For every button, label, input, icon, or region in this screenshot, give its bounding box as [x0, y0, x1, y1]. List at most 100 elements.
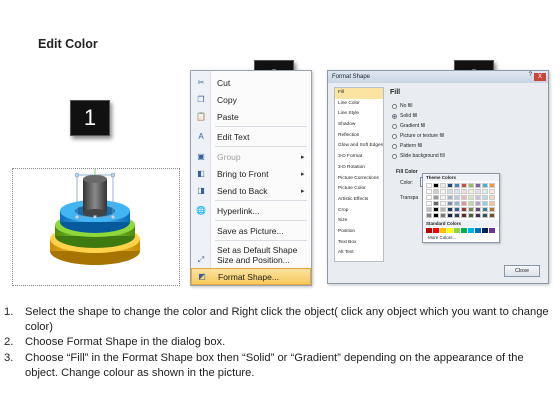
standard-color-swatch[interactable] [440, 228, 446, 233]
theme-color-swatch[interactable] [440, 207, 446, 212]
nav-item-picture-corrections[interactable]: Picture Corrections [335, 174, 383, 185]
theme-color-swatch[interactable] [468, 183, 474, 188]
theme-color-swatch[interactable] [475, 207, 481, 212]
standard-color-swatch[interactable] [461, 228, 467, 233]
standard-color-swatch[interactable] [482, 228, 488, 233]
menu-item-group[interactable]: ▣ Group ▸ [191, 148, 311, 165]
more-colors-link[interactable]: More Colors... [423, 235, 499, 240]
nav-item-shadow[interactable]: Shadow [335, 120, 383, 131]
standard-color-swatch[interactable] [468, 228, 474, 233]
theme-color-swatch[interactable] [461, 183, 467, 188]
menu-item-save-as-picture[interactable]: Save as Picture... [191, 222, 311, 239]
theme-color-swatch[interactable] [475, 189, 481, 194]
radio-pattern-fill[interactable]: Pattern fill [392, 143, 422, 149]
nav-item-reflection[interactable]: Reflection [335, 131, 383, 142]
theme-color-swatch[interactable] [447, 207, 453, 212]
theme-color-swatch[interactable] [489, 183, 495, 188]
standard-color-swatch[interactable] [489, 228, 495, 233]
theme-color-swatch[interactable] [475, 183, 481, 188]
theme-color-swatch[interactable] [454, 207, 460, 212]
theme-color-swatch[interactable] [489, 195, 495, 200]
menu-item-hyperlink[interactable]: 🌐 Hyperlink... [191, 202, 311, 219]
theme-color-swatch[interactable] [482, 201, 488, 206]
radio-no-fill[interactable]: No fill [392, 103, 413, 109]
theme-color-swatch[interactable] [447, 183, 453, 188]
theme-color-swatch[interactable] [489, 189, 495, 194]
theme-color-swatch[interactable] [454, 183, 460, 188]
theme-color-swatch[interactable] [426, 183, 432, 188]
standard-color-swatch[interactable] [475, 228, 481, 233]
theme-color-swatch[interactable] [475, 195, 481, 200]
theme-color-swatch[interactable] [468, 213, 474, 218]
theme-color-swatch[interactable] [426, 195, 432, 200]
menu-item-send-to-back[interactable]: ◨ Send to Back ▸ [191, 182, 311, 199]
theme-color-swatch[interactable] [447, 189, 453, 194]
theme-color-swatch[interactable] [440, 201, 446, 206]
theme-color-swatch[interactable] [454, 195, 460, 200]
theme-color-swatch[interactable] [433, 207, 439, 212]
theme-color-swatch[interactable] [426, 213, 432, 218]
theme-color-swatch[interactable] [461, 195, 467, 200]
theme-color-swatch[interactable] [482, 183, 488, 188]
theme-color-swatch[interactable] [440, 195, 446, 200]
theme-color-swatch[interactable] [461, 207, 467, 212]
nav-item-size[interactable]: Size [335, 216, 383, 227]
nav-item-glow[interactable]: Glow and Soft Edges [335, 141, 383, 152]
help-button[interactable]: ? [529, 72, 532, 78]
standard-color-swatch[interactable] [454, 228, 460, 233]
nav-item-artistic-effects[interactable]: Artistic Effects [335, 195, 383, 206]
nav-item-crop[interactable]: Crop [335, 206, 383, 217]
menu-item-copy[interactable]: ❐ Copy [191, 91, 311, 108]
theme-color-swatch[interactable] [461, 213, 467, 218]
stacked-rings-shape[interactable] [13, 164, 181, 287]
nav-item-line-style[interactable]: Line Style [335, 109, 383, 120]
standard-color-swatch[interactable] [447, 228, 453, 233]
radio-solid-fill[interactable]: Solid fill [392, 113, 417, 119]
theme-color-swatch[interactable] [454, 213, 460, 218]
theme-color-swatch[interactable] [489, 213, 495, 218]
nav-item-line-color[interactable]: Line Color [335, 99, 383, 110]
theme-color-swatch[interactable] [461, 201, 467, 206]
theme-color-swatch[interactable] [482, 189, 488, 194]
theme-color-swatch[interactable] [426, 201, 432, 206]
radio-picture-fill[interactable]: Picture or texture fill [392, 133, 444, 139]
theme-color-swatch[interactable] [426, 207, 432, 212]
close-icon[interactable]: X [534, 73, 546, 81]
nav-item-position[interactable]: Position [335, 227, 383, 238]
nav-item-text-box[interactable]: Text Box [335, 238, 383, 249]
theme-color-swatch[interactable] [447, 213, 453, 218]
theme-color-swatch[interactable] [447, 201, 453, 206]
close-button[interactable]: Close [504, 265, 540, 277]
theme-color-swatch[interactable] [433, 189, 439, 194]
theme-color-swatch[interactable] [433, 213, 439, 218]
theme-color-swatch[interactable] [482, 213, 488, 218]
theme-color-swatch[interactable] [433, 195, 439, 200]
theme-color-swatch[interactable] [468, 195, 474, 200]
selected-shape-area[interactable] [12, 164, 181, 287]
theme-color-swatch[interactable] [489, 207, 495, 212]
theme-color-swatch[interactable] [433, 183, 439, 188]
nav-item-picture-color[interactable]: Picture Color [335, 184, 383, 195]
theme-color-swatch[interactable] [468, 201, 474, 206]
menu-item-edit-text[interactable]: A Edit Text [191, 128, 311, 145]
theme-color-swatch[interactable] [468, 207, 474, 212]
nav-item-alt-text[interactable]: Alt Text [335, 248, 383, 259]
theme-color-swatch[interactable] [468, 189, 474, 194]
menu-item-size-position[interactable]: ⤢ Size and Position... [191, 251, 311, 268]
theme-color-swatch[interactable] [440, 213, 446, 218]
theme-color-swatch[interactable] [440, 183, 446, 188]
nav-item-fill[interactable]: Fill [335, 88, 383, 99]
menu-item-bring-to-front[interactable]: ◧ Bring to Front ▸ [191, 165, 311, 182]
theme-color-swatch[interactable] [447, 195, 453, 200]
menu-item-paste[interactable]: 📋 Paste [191, 108, 311, 125]
menu-item-format-shape[interactable]: ◩ Format Shape... [191, 268, 311, 285]
theme-color-swatch[interactable] [454, 189, 460, 194]
theme-color-swatch[interactable] [433, 201, 439, 206]
theme-color-swatch[interactable] [475, 213, 481, 218]
nav-item-3d-format[interactable]: 3-D Format [335, 152, 383, 163]
theme-color-swatch[interactable] [482, 195, 488, 200]
radio-slide-background-fill[interactable]: Slide background fill [392, 153, 445, 159]
standard-color-swatch[interactable] [426, 228, 432, 233]
theme-color-swatch[interactable] [454, 201, 460, 206]
theme-color-swatch[interactable] [482, 207, 488, 212]
